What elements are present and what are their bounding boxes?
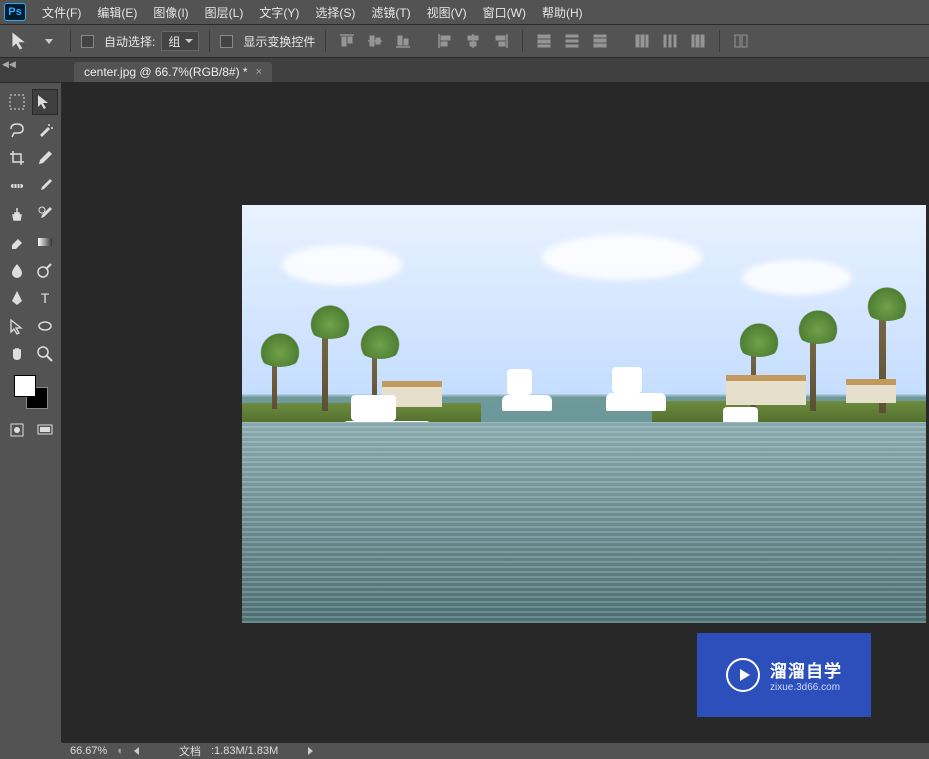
status-zoom[interactable]: 66.67% <box>70 745 107 757</box>
align-top-edges-icon[interactable] <box>336 30 358 52</box>
auto-align-icon[interactable] <box>730 30 752 52</box>
separator <box>70 30 71 52</box>
canvas-area[interactable]: 溜溜自学 zixue.3d66.com <box>62 83 929 742</box>
tool-marquee[interactable] <box>4 89 30 115</box>
status-zoom-icon[interactable]: ◐ <box>117 745 124 757</box>
tool-dodge[interactable] <box>32 257 58 283</box>
status-arrow-right-icon[interactable] <box>308 747 313 755</box>
distribute-bottom-icon[interactable] <box>589 30 611 52</box>
show-transform-checkbox[interactable] <box>220 35 233 48</box>
water <box>242 422 926 623</box>
auto-select-label: 自动选择: <box>104 33 155 50</box>
menu-edit[interactable]: 编辑(E) <box>89 2 145 23</box>
tool-zoom[interactable] <box>32 341 58 367</box>
tool-hand[interactable] <box>4 341 30 367</box>
tool-blur[interactable] <box>4 257 30 283</box>
toolbox-bottom <box>4 417 58 443</box>
tool-history-brush[interactable] <box>32 201 58 227</box>
distribute-right-icon[interactable] <box>687 30 709 52</box>
menu-image[interactable]: 图像(I) <box>145 2 196 23</box>
tool-eraser[interactable] <box>4 229 30 255</box>
tool-path-select[interactable] <box>4 313 30 339</box>
separator <box>719 30 720 52</box>
close-tab-icon[interactable]: × <box>256 66 262 78</box>
menu-view[interactable]: 视图(V) <box>419 2 475 23</box>
tool-screen-mode[interactable] <box>32 417 58 443</box>
tool-type[interactable]: T <box>32 285 58 311</box>
left-shore <box>242 347 481 431</box>
align-bottom-edges-icon[interactable] <box>392 30 414 52</box>
document-tab-title: center.jpg @ 66.7%(RGB/8#) * <box>84 65 248 79</box>
tool-gradient[interactable] <box>32 229 58 255</box>
color-swatches <box>14 375 48 409</box>
distribute-vcenter-icon[interactable] <box>561 30 583 52</box>
tool-eyedropper[interactable] <box>32 145 58 171</box>
document-image <box>242 205 926 623</box>
separator <box>209 30 210 52</box>
document-tab-bar: center.jpg @ 66.7%(RGB/8#) * × <box>0 58 929 83</box>
right-shore <box>652 339 926 431</box>
tool-preset-dropdown[interactable] <box>38 30 60 52</box>
status-arrow-left-icon[interactable] <box>134 747 139 755</box>
watermark-cn: 溜溜自学 <box>770 657 842 682</box>
app-logo: Ps <box>4 3 26 21</box>
panel-collapse-icon[interactable]: ◀◀ <box>2 59 16 70</box>
tool-lasso[interactable] <box>4 117 30 143</box>
distribute-hcenter-icon[interactable] <box>659 30 681 52</box>
tool-quick-mask[interactable] <box>4 417 30 443</box>
play-icon <box>726 658 760 692</box>
tool-healing[interactable] <box>4 173 30 199</box>
foreground-color[interactable] <box>14 375 36 397</box>
tool-clone[interactable] <box>4 201 30 227</box>
tool-shape[interactable] <box>32 313 58 339</box>
watermark: 溜溜自学 zixue.3d66.com <box>697 633 871 717</box>
menu-file[interactable]: 文件(F) <box>34 2 89 23</box>
align-right-edges-icon[interactable] <box>490 30 512 52</box>
tool-pen[interactable] <box>4 285 30 311</box>
align-hcenter-icon[interactable] <box>462 30 484 52</box>
tool-magic-wand[interactable] <box>32 117 58 143</box>
menu-type[interactable]: 文字(Y) <box>251 2 307 23</box>
watermark-en: zixue.3d66.com <box>770 682 842 693</box>
tool-brush[interactable] <box>32 173 58 199</box>
status-doc-value: :1.83M/1.83M <box>211 745 278 757</box>
menu-filter[interactable]: 滤镜(T) <box>363 2 418 23</box>
workarea: T <box>0 83 929 742</box>
auto-select-type-select[interactable]: 组 <box>161 31 199 51</box>
status-doc-label: 文档 <box>179 743 201 759</box>
separator <box>522 30 523 52</box>
auto-select-checkbox[interactable] <box>81 35 94 48</box>
tool-grid: T <box>4 89 58 367</box>
menu-select[interactable]: 选择(S) <box>307 2 363 23</box>
show-transform-label: 显示变换控件 <box>243 33 315 50</box>
tool-crop[interactable] <box>4 145 30 171</box>
far-boats <box>502 381 666 411</box>
menu-window[interactable]: 窗口(W) <box>475 2 534 23</box>
menu-help[interactable]: 帮助(H) <box>534 2 591 23</box>
menu-bar: Ps 文件(F) 编辑(E) 图像(I) 图层(L) 文字(Y) 选择(S) 滤… <box>0 0 929 25</box>
distribute-left-icon[interactable] <box>631 30 653 52</box>
current-tool-icon[interactable] <box>10 30 32 52</box>
toolbox: T <box>0 83 62 742</box>
distribute-top-icon[interactable] <box>533 30 555 52</box>
tool-move[interactable] <box>32 89 58 115</box>
separator <box>325 30 326 52</box>
status-bar: 66.67% ◐ 文档 :1.83M/1.83M <box>62 742 929 759</box>
options-bar: 自动选择: 组 显示变换控件 <box>0 25 929 58</box>
menu-layer[interactable]: 图层(L) <box>197 2 252 23</box>
svg-text:T: T <box>40 290 49 306</box>
document-tab[interactable]: center.jpg @ 66.7%(RGB/8#) * × <box>74 62 272 82</box>
align-vcenter-icon[interactable] <box>364 30 386 52</box>
align-left-edges-icon[interactable] <box>434 30 456 52</box>
watermark-text: 溜溜自学 zixue.3d66.com <box>770 657 842 693</box>
